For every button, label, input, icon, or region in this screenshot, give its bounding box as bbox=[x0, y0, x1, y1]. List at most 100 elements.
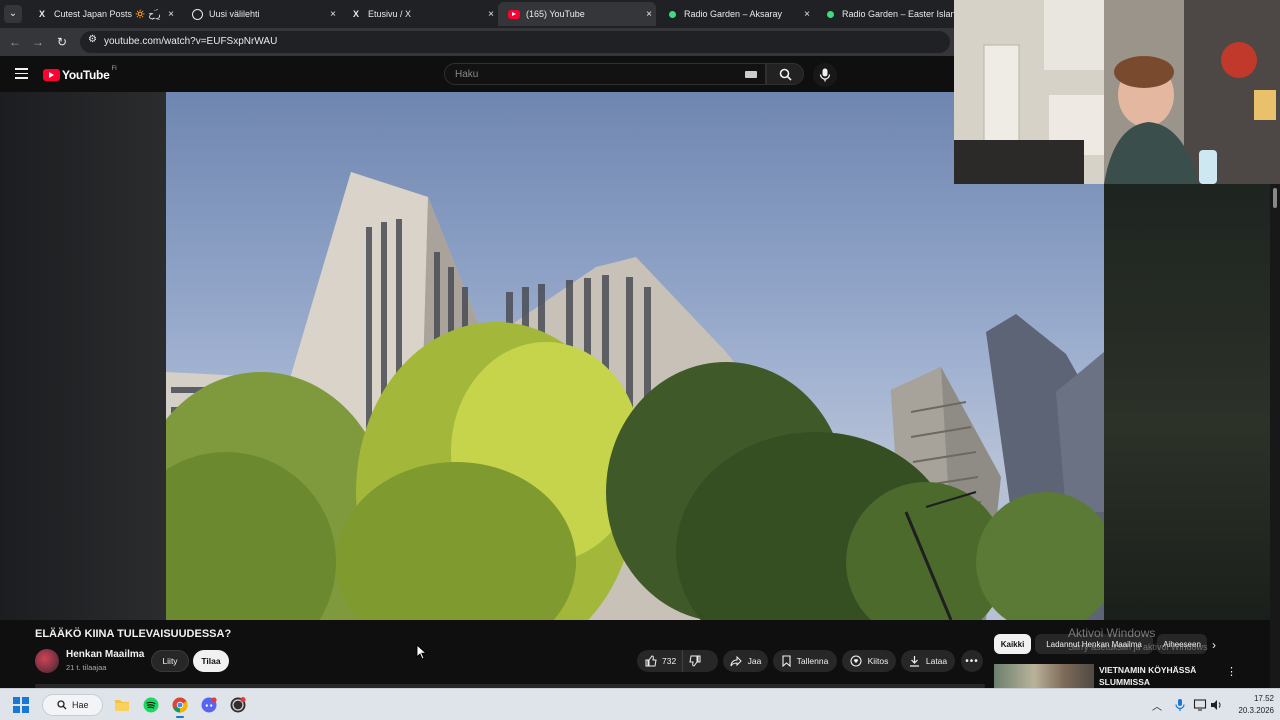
share-label: Jaa bbox=[747, 656, 762, 666]
youtube-wordmark: YouTube bbox=[62, 68, 110, 82]
download-button[interactable]: Lataa bbox=[901, 650, 955, 672]
keyboard-icon[interactable] bbox=[745, 71, 757, 78]
voice-search-button[interactable] bbox=[813, 63, 837, 87]
tab-strip: ⌄ X Cutest Japan Posts 🔅 ͏رٍ̯ ۜحِ × Uusi… bbox=[0, 0, 954, 28]
youtube-play-icon bbox=[43, 69, 60, 81]
hamburger-menu-icon[interactable] bbox=[15, 68, 28, 79]
webcam-frame-image bbox=[954, 0, 1280, 184]
tab-radio-garden-easter-island[interactable]: Radio Garden – Easter Island bbox=[814, 2, 954, 26]
scrollbar-thumb[interactable] bbox=[1273, 188, 1277, 208]
taskbar-search[interactable]: Hae bbox=[42, 694, 103, 716]
radio-dot-icon bbox=[826, 10, 834, 18]
microphone-icon bbox=[819, 68, 831, 82]
search-icon bbox=[57, 700, 67, 710]
x-logo-icon: X bbox=[38, 9, 45, 19]
channel-name[interactable]: Henkan Maailma bbox=[66, 649, 144, 660]
search-button[interactable] bbox=[766, 63, 804, 85]
tab-title: Uusi välilehti bbox=[209, 9, 260, 19]
activate-windows-watermark: Aktivoi Windows bbox=[1068, 626, 1156, 640]
taskbar-search-label: Hae bbox=[72, 700, 89, 710]
close-icon[interactable]: × bbox=[800, 9, 814, 20]
recommendation-thumbnail[interactable] bbox=[994, 664, 1094, 688]
thanks-label: Kiitos bbox=[867, 656, 889, 666]
like-count: 732 bbox=[662, 656, 677, 666]
recommendation-title[interactable]: VIETNAMIN KÖYHÄSSÄ SLUMMISSA bbox=[1099, 664, 1219, 688]
mouse-cursor-icon bbox=[416, 644, 428, 660]
display-icon[interactable] bbox=[1193, 698, 1207, 712]
tab-cutest-japan-posts[interactable]: X Cutest Japan Posts 🔅 ͏رٍ̯ ۜحِ × bbox=[26, 2, 178, 26]
discord-icon[interactable] bbox=[199, 695, 219, 715]
search-icon bbox=[779, 68, 792, 81]
url-text: youtube.com/watch?v=EUFSxpNrWAU bbox=[104, 36, 278, 47]
recommendation-title-line: SLUMMISSA bbox=[1099, 677, 1150, 687]
forward-arrow-icon[interactable]: → bbox=[30, 34, 46, 50]
youtube-icon bbox=[508, 9, 520, 19]
more-actions-button[interactable]: ••• bbox=[961, 650, 983, 672]
browser-toolbar: ← → ↻ ⚙ youtube.com/watch?v=EUFSxpNrWAU bbox=[0, 28, 954, 56]
clock-date[interactable]: 20.3.2026 bbox=[1226, 706, 1274, 715]
chevron-right-icon[interactable]: › bbox=[1212, 638, 1216, 652]
page-scrollbar[interactable] bbox=[1270, 184, 1280, 688]
tab-title: Cutest Japan Posts 🔅 ͏رٍ̯ ۜحِ bbox=[54, 8, 161, 19]
windows-start-icon[interactable] bbox=[13, 697, 29, 713]
reload-icon[interactable]: ↻ bbox=[54, 34, 70, 50]
tab-search-menu-button[interactable]: ⌄ bbox=[4, 5, 22, 23]
youtube-logo[interactable]: YouTube FI bbox=[43, 66, 117, 82]
kebab-menu-icon[interactable]: ⋮ bbox=[1226, 665, 1237, 678]
download-icon bbox=[909, 656, 919, 667]
file-explorer-icon[interactable] bbox=[112, 695, 132, 715]
tab-new-tab[interactable]: Uusi välilehti × bbox=[182, 2, 340, 26]
close-icon[interactable]: × bbox=[484, 9, 498, 20]
video-ambient-right bbox=[1104, 184, 1270, 620]
clock-time[interactable]: 17.52 bbox=[1238, 694, 1274, 703]
share-arrow-icon bbox=[730, 655, 742, 666]
thumbs-up-icon bbox=[645, 655, 657, 667]
subscriber-count: 21 t. tilaajaa bbox=[66, 663, 107, 672]
thanks-button[interactable]: Kiitos bbox=[842, 650, 896, 672]
like-button[interactable]: 732 bbox=[637, 650, 683, 672]
search-input[interactable] bbox=[455, 69, 735, 80]
video-title: ELÄÄKÖ KIINA TULEVAISUUDESSA? bbox=[35, 628, 232, 640]
globe-icon bbox=[192, 8, 203, 20]
tab-x-home[interactable]: X Etusivu / X × bbox=[340, 2, 498, 26]
close-icon[interactable]: × bbox=[164, 9, 178, 20]
webcam-overlay bbox=[954, 0, 1280, 184]
like-dislike-group: 732 bbox=[637, 650, 718, 672]
microphone-icon[interactable] bbox=[1173, 698, 1187, 712]
spotify-icon[interactable] bbox=[141, 695, 161, 715]
chip-all[interactable]: Kaikki bbox=[994, 634, 1031, 654]
activate-windows-subtext: Siirry asetuksiin ja aktivoi Windows bbox=[1068, 642, 1208, 652]
tab-radio-garden-aksaray[interactable]: Radio Garden – Aksaray × bbox=[656, 2, 814, 26]
address-bar[interactable]: ⚙ youtube.com/watch?v=EUFSxpNrWAU bbox=[80, 31, 950, 53]
subscribe-button[interactable]: Tilaa bbox=[193, 650, 229, 672]
join-button[interactable]: Liity bbox=[151, 650, 189, 672]
close-icon[interactable]: × bbox=[642, 9, 656, 20]
site-settings-icon[interactable]: ⚙ bbox=[88, 34, 97, 45]
save-label: Tallenna bbox=[796, 656, 829, 666]
youtube-header: YouTube FI bbox=[0, 56, 954, 92]
video-ambient-left bbox=[0, 92, 166, 620]
super-thanks-icon bbox=[850, 655, 862, 667]
bookmark-icon bbox=[782, 655, 791, 667]
radio-dot-icon bbox=[668, 10, 676, 18]
close-icon[interactable]: × bbox=[326, 9, 340, 20]
download-label: Lataa bbox=[925, 656, 948, 666]
chevron-up-icon[interactable]: ︿ bbox=[1152, 698, 1162, 713]
back-arrow-icon[interactable]: ← bbox=[7, 34, 23, 50]
thumbs-down-icon bbox=[689, 655, 701, 667]
share-button[interactable]: Jaa bbox=[723, 650, 768, 672]
tab-title: (165) YouTube bbox=[526, 9, 585, 19]
tab-youtube[interactable]: (165) YouTube × bbox=[498, 2, 656, 26]
channel-avatar[interactable] bbox=[35, 649, 59, 673]
save-button[interactable]: Tallenna bbox=[773, 650, 837, 672]
obs-icon[interactable] bbox=[228, 695, 248, 715]
windows-taskbar: Hae ︿ bbox=[0, 688, 1280, 720]
search-box bbox=[444, 63, 766, 85]
x-logo-icon: X bbox=[352, 9, 359, 19]
dislike-button[interactable] bbox=[689, 654, 705, 668]
region-code: FI bbox=[111, 66, 117, 72]
speaker-icon[interactable] bbox=[1209, 698, 1223, 712]
tab-title: Radio Garden – Easter Island bbox=[842, 9, 954, 19]
recommendation-title-line: VIETNAMIN KÖYHÄSSÄ bbox=[1099, 665, 1197, 675]
chrome-icon[interactable] bbox=[170, 695, 190, 718]
